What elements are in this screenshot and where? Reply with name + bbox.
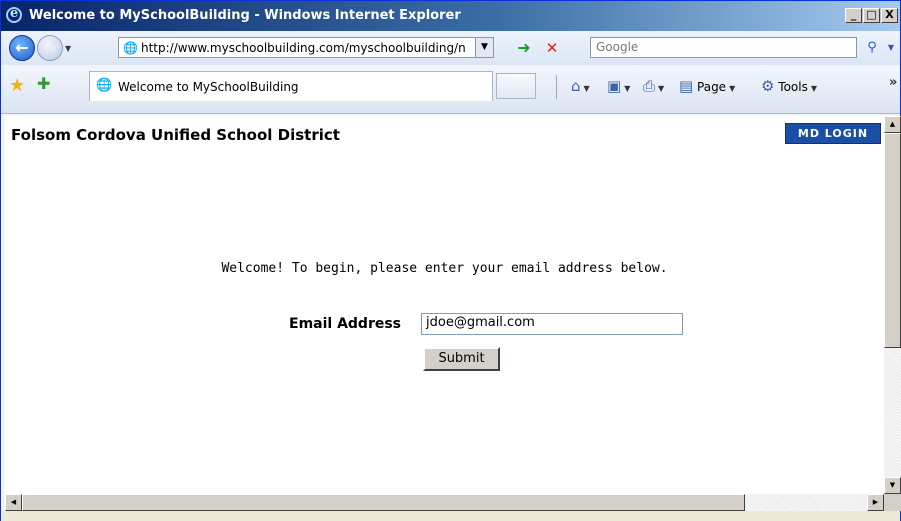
search-options-dropdown-icon[interactable]: ▼ — [885, 38, 897, 58]
stop-button[interactable]: ✕ — [542, 38, 562, 58]
vertical-scroll-thumb[interactable] — [884, 133, 901, 348]
horizontal-scrollbar[interactable]: ◀ ▶ — [5, 494, 884, 511]
tab-toolbar: ★ ✚ 🌐 Welcome to MySchoolBuilding ⌂ ▼ ▣ ▼ … — [1, 65, 900, 114]
forward-arrow-icon: → — [43, 38, 57, 57]
toolbar-overflow-icon[interactable]: » — [889, 75, 897, 90]
page-menu[interactable]: ▤ Page ▼ — [679, 75, 735, 97]
stop-x-icon: ✕ — [545, 39, 559, 57]
go-arrow-icon: ➜ — [517, 38, 531, 57]
page-favicon-icon: 🌐 — [123, 41, 138, 55]
tab-current[interactable]: 🌐 Welcome to MySchoolBuilding — [89, 71, 493, 101]
back-arrow-icon: ← — [15, 38, 29, 57]
print-dropdown-icon: ▼ — [658, 84, 665, 93]
home-dropdown-icon: ▼ — [583, 84, 590, 93]
tools-dropdown-icon: ▼ — [810, 84, 817, 93]
back-button[interactable]: ← — [9, 35, 35, 61]
print-icon: ⎙ — [643, 77, 656, 95]
search-input[interactable]: Google — [590, 37, 857, 58]
feeds-button[interactable]: ▣ ▼ — [607, 75, 630, 97]
window-title: Welcome to MySchoolBuilding - Windows In… — [29, 8, 461, 23]
go-button[interactable]: ➜ — [514, 38, 534, 58]
scrollbar-corner — [884, 494, 901, 511]
url-text[interactable]: http://www.myschoolbuilding.com/myschool… — [141, 41, 471, 55]
feeds-dropdown-icon: ▼ — [624, 84, 631, 93]
welcome-message: Welcome! To begin, please enter your ema… — [221, 261, 668, 276]
toolbar-separator — [556, 75, 557, 99]
address-toolbar: ← → ▼ 🌐 http://www.myschoolbuilding.com/… — [1, 31, 900, 66]
md-login-button[interactable]: MD LOGIN — [785, 123, 881, 144]
home-icon: ⌂ — [571, 77, 581, 95]
district-name: Folsom Cordova Unified School District — [11, 126, 340, 144]
feeds-icon: ▣ — [607, 77, 622, 95]
page-content: Folsom Cordova Unified School District M… — [5, 116, 884, 494]
tools-menu[interactable]: ⚙ Tools ▼ — [761, 75, 817, 97]
horizontal-scroll-thumb[interactable] — [22, 494, 745, 511]
magnifier-icon: ⚲ — [867, 40, 877, 55]
page-icon: ▤ — [679, 77, 694, 95]
gear-icon: ⚙ — [761, 77, 775, 95]
scroll-up-icon[interactable]: ▲ — [884, 116, 901, 133]
address-field[interactable]: 🌐 http://www.myschoolbuilding.com/myscho… — [118, 37, 494, 58]
scroll-left-icon[interactable]: ◀ — [5, 494, 22, 511]
email-label: Email Address — [289, 316, 402, 332]
page-menu-label: Page — [697, 80, 727, 94]
submit-button[interactable]: Submit — [423, 347, 500, 371]
scroll-right-icon[interactable]: ▶ — [867, 494, 884, 511]
scroll-down-icon[interactable]: ▼ — [884, 477, 901, 494]
search-button[interactable]: ⚲ — [861, 38, 883, 58]
home-button[interactable]: ⌂ ▼ — [571, 75, 590, 97]
page-dropdown-icon: ▼ — [729, 84, 736, 93]
print-button[interactable]: ⎙ ▼ — [643, 75, 664, 97]
email-field[interactable]: jdoe@gmail.com — [421, 313, 683, 335]
title-bar[interactable]: Welcome to MySchoolBuilding - Windows In… — [1, 1, 900, 31]
history-dropdown-icon[interactable]: ▼ — [65, 44, 71, 53]
maximize-button[interactable]: □ — [863, 8, 880, 23]
tab-favicon-icon: 🌐 — [96, 78, 113, 93]
add-favorite-icon[interactable]: ✚ — [37, 74, 50, 93]
close-button[interactable]: X — [881, 8, 898, 23]
tab-title: Welcome to MySchoolBuilding — [118, 80, 299, 94]
internet-explorer-icon — [6, 6, 22, 23]
new-tab-button[interactable] — [496, 73, 536, 99]
browser-window: Welcome to MySchoolBuilding - Windows In… — [0, 0, 901, 521]
tools-menu-label: Tools — [778, 80, 808, 94]
favorites-star-icon[interactable]: ★ — [9, 75, 25, 96]
window-bottom-edge — [1, 511, 900, 521]
forward-button[interactable]: → — [37, 35, 63, 61]
address-dropdown-icon[interactable]: ▼ — [475, 38, 493, 57]
minimize-button[interactable]: _ — [845, 8, 862, 23]
vertical-scrollbar[interactable]: ▲ ▼ — [884, 116, 901, 494]
